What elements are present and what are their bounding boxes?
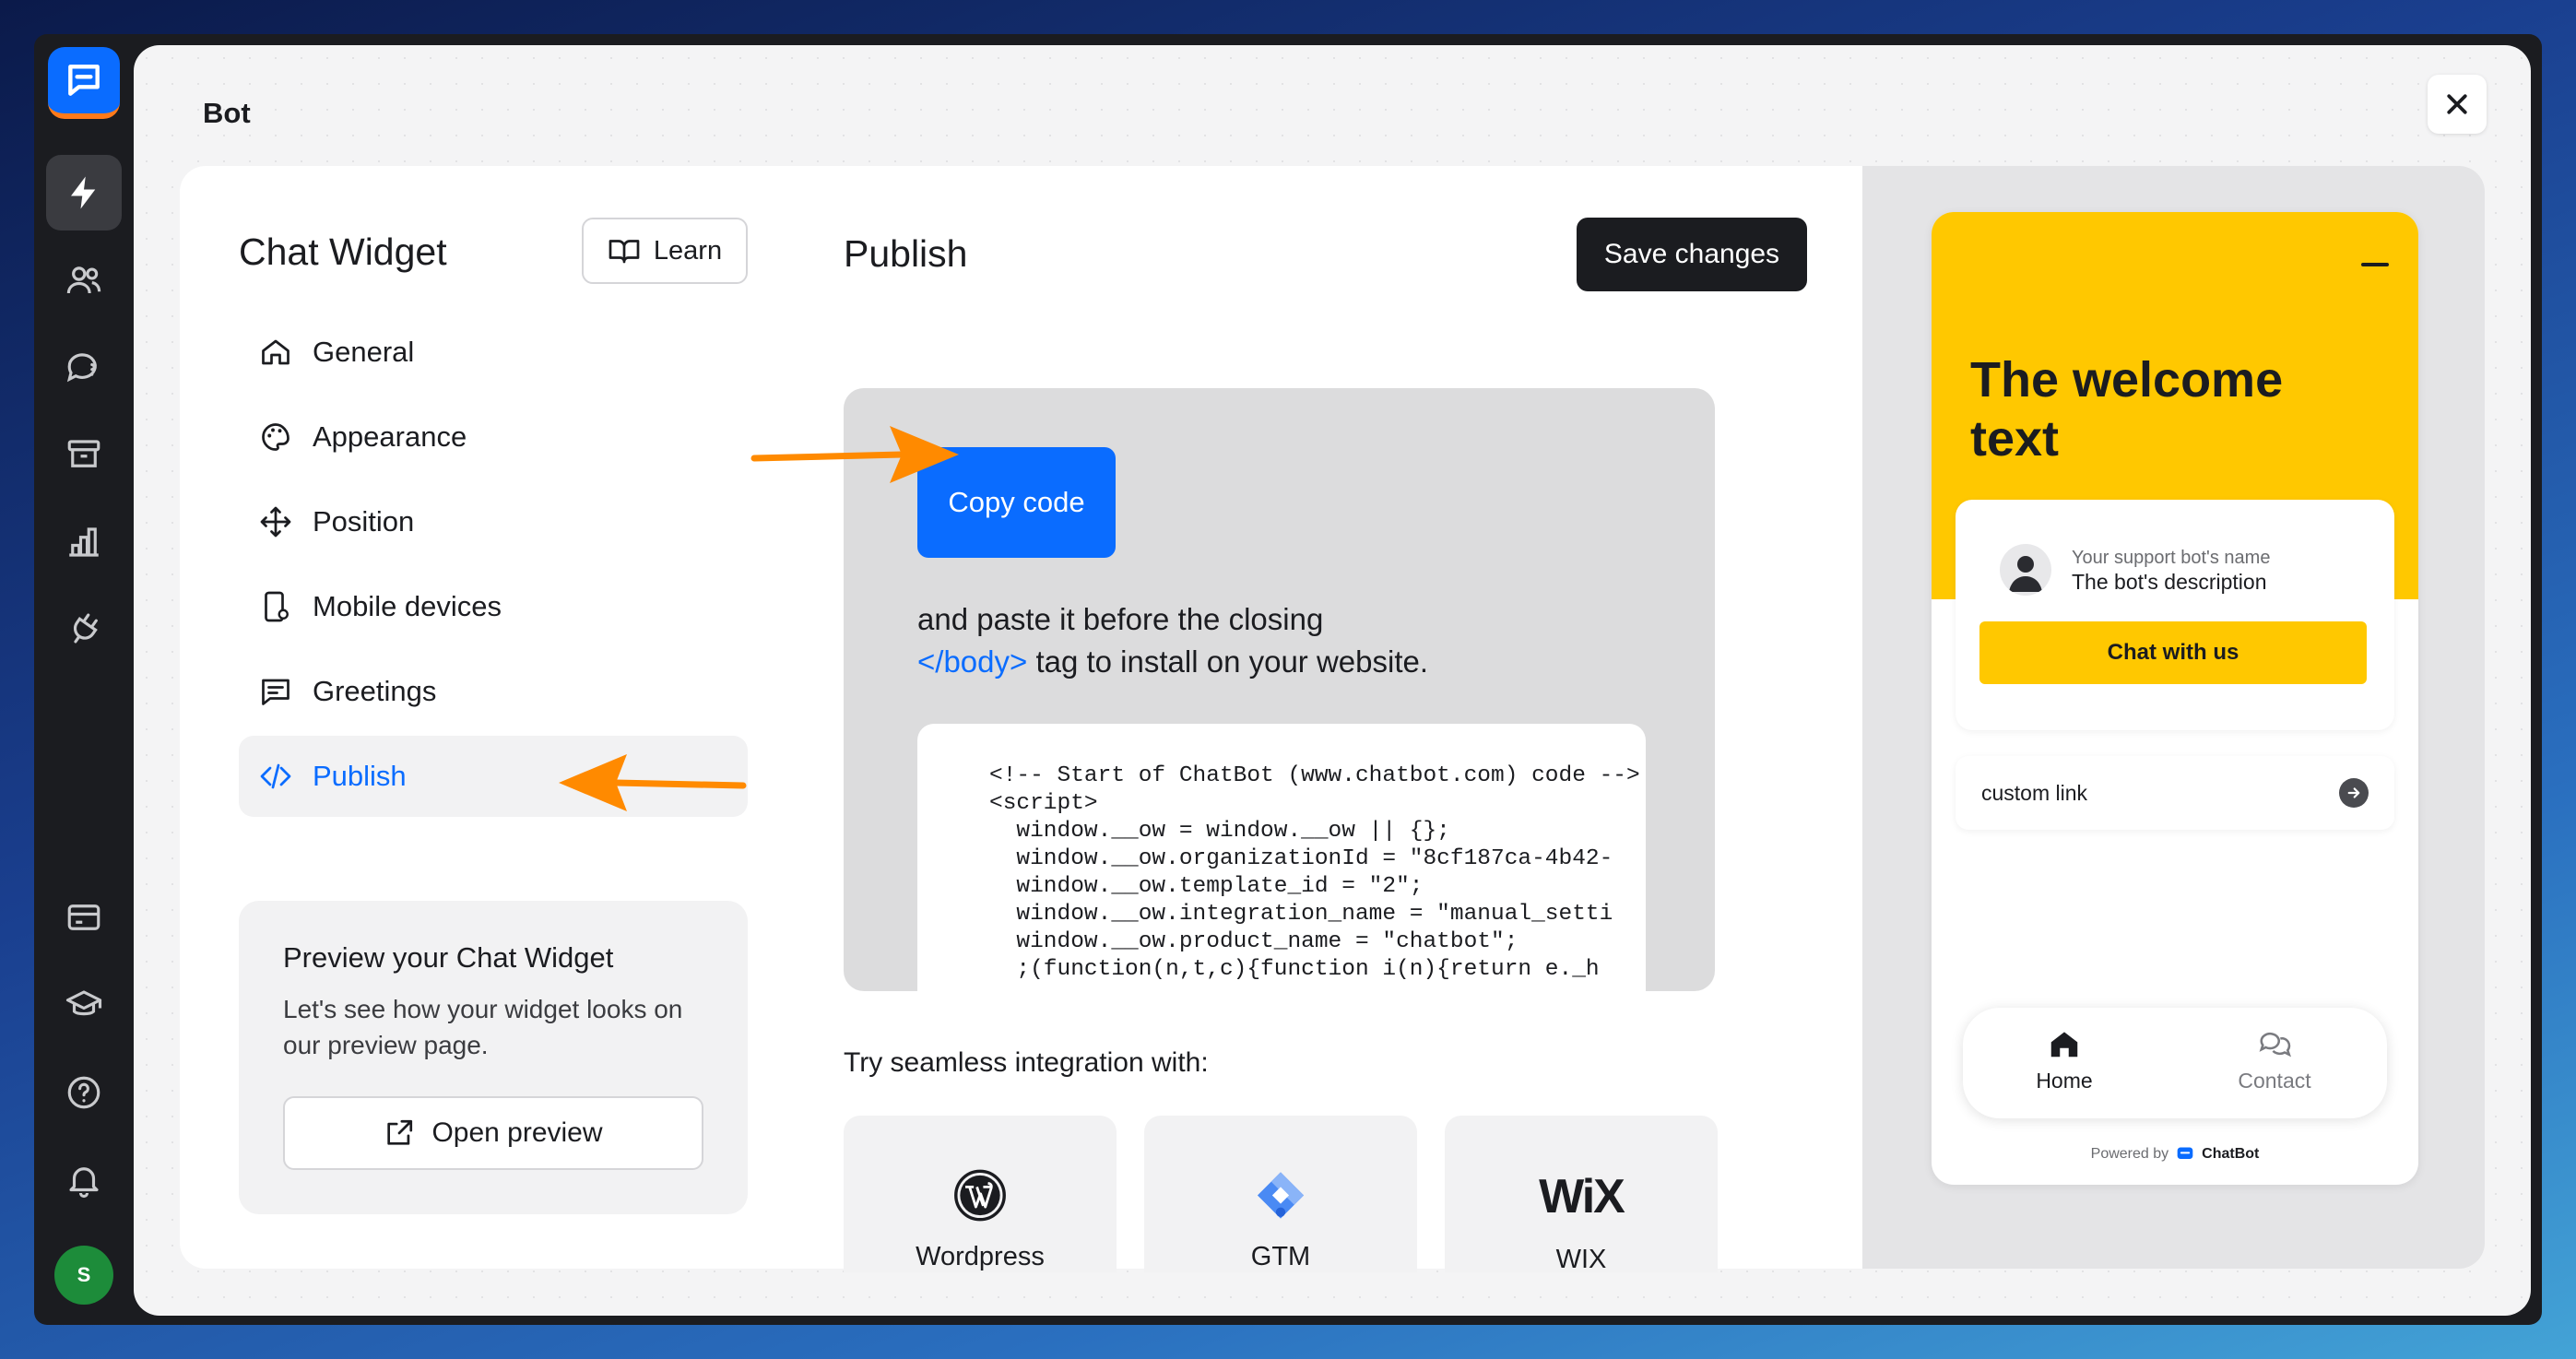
annotation-arrow-copy-code <box>750 426 959 483</box>
annotation-arrow-publish <box>559 754 747 811</box>
annotation-arrows <box>559 426 959 811</box>
